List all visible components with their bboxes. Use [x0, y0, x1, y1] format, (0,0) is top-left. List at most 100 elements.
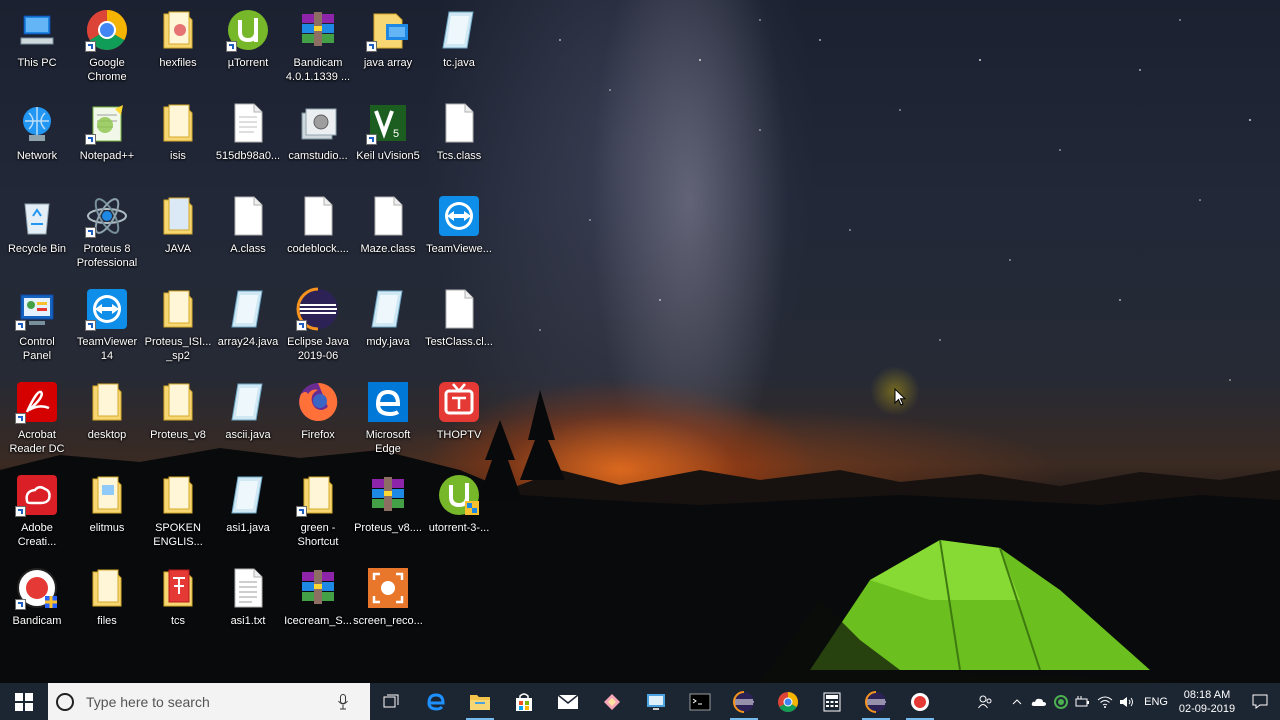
- firefox-icon: [296, 380, 340, 424]
- desktop-icon-bandicam-installer[interactable]: Bandicam 4.0.1.1339 ...: [283, 2, 353, 90]
- folder-icon: [156, 8, 200, 52]
- desktop-icon-label: Proteus_v8....: [354, 522, 422, 534]
- desktop-icon-proteus-isis-sp2[interactable]: Proteus_ISI... _sp2: [143, 281, 213, 369]
- desktop-icon-java-folder[interactable]: JAVA: [143, 188, 213, 276]
- java-file-icon: [226, 380, 270, 424]
- desktop-icon-tc-java[interactable]: tc.java: [424, 2, 494, 90]
- desktop-icon-utorrent-installer[interactable]: utorrent-3-...: [424, 467, 494, 555]
- taskbar-app-store[interactable]: [502, 683, 546, 720]
- desktop-icon-this-pc[interactable]: This PC: [2, 2, 72, 90]
- action-center-button[interactable]: [1240, 683, 1280, 720]
- shortcut-arrow-icon: [15, 599, 26, 610]
- input-language-indicator[interactable]: ENG: [1144, 696, 1168, 708]
- desktop-icon-files[interactable]: files: [72, 560, 142, 648]
- folder-icon: [296, 473, 340, 517]
- taskbar-search-box[interactable]: [48, 683, 370, 720]
- microphone-icon[interactable]: [338, 693, 348, 710]
- desktop-icon-thoptv[interactable]: THOPTV: [424, 374, 494, 462]
- file-icon: [226, 101, 270, 145]
- desktop-icon-515db98a0[interactable]: 515db98a0...: [213, 95, 283, 183]
- desktop-icon-asi1-java[interactable]: asi1.java: [213, 467, 283, 555]
- desktop-icon-adobe-creative-cloud[interactable]: Adobe Creati...: [2, 467, 72, 555]
- people-icon[interactable]: [974, 683, 996, 720]
- computer-icon: [15, 8, 59, 52]
- taskbar-app-file-explorer[interactable]: [458, 683, 502, 720]
- desktop-icon-label: screen_reco...: [353, 615, 423, 627]
- taskbar-app-chrome[interactable]: [766, 683, 810, 720]
- desktop-icon-codeblocks[interactable]: codeblock....: [283, 188, 353, 276]
- clock-time: 08:18 AM: [1183, 688, 1231, 701]
- thoptv-icon: [437, 380, 481, 424]
- desktop-icon-keil-uvision5[interactable]: 5 Keil uVision5: [353, 95, 423, 183]
- desktop-icon-java-array[interactable]: java array: [353, 2, 423, 90]
- desktop-icon-ascii-java[interactable]: ascii.java: [213, 374, 283, 462]
- taskbar-app-bandicam[interactable]: [898, 683, 942, 720]
- desktop-icon-green-shortcut[interactable]: green - Shortcut: [283, 467, 353, 555]
- desktop-icon-spoken-english[interactable]: SPOKEN ENGLIS...: [143, 467, 213, 555]
- desktop-icon-screen-recorder[interactable]: screen_reco...: [353, 560, 423, 648]
- winrar-archive-icon: [296, 566, 340, 610]
- desktop-icon-notepad-plus-plus[interactable]: Notepad++: [72, 95, 142, 183]
- notification-icon: [1252, 694, 1268, 709]
- desktop-icon-a-class[interactable]: A.class: [213, 188, 283, 276]
- onedrive-cloud-icon[interactable]: [1028, 683, 1050, 720]
- desktop-icon-desktop-folder[interactable]: desktop: [72, 374, 142, 462]
- start-button[interactable]: [0, 683, 48, 720]
- desktop-icon-teamviewer-14[interactable]: TeamViewer 14: [72, 281, 142, 369]
- desktop-icon-proteus-8[interactable]: Proteus 8 Professional: [72, 188, 142, 276]
- desktop-icon-label: java array: [363, 57, 413, 69]
- desktop-icon-label: Keil uVision5: [356, 150, 420, 162]
- desktop-icon-label: isis: [170, 150, 186, 162]
- desktop-icon-array24-java[interactable]: array24.java: [213, 281, 283, 369]
- desktop-icon-label: Bandicam: [12, 615, 62, 627]
- desktop-icon-bandicam[interactable]: Bandicam: [2, 560, 72, 648]
- eclipse-icon: [865, 690, 886, 713]
- folder-icon: [156, 566, 200, 610]
- desktop-icon-elitmus[interactable]: elitmus: [72, 467, 142, 555]
- desktop-icon-google-chrome[interactable]: Google Chrome: [72, 2, 142, 90]
- desktop-icon-icecream[interactable]: Icecream_S...: [283, 560, 353, 648]
- desktop-icon-eclipse-java[interactable]: Eclipse Java 2019-06: [283, 281, 353, 369]
- taskbar-app-mail[interactable]: [546, 683, 590, 720]
- taskbar-clock[interactable]: 08:18 AM 02-09-2019: [1174, 688, 1240, 716]
- desktop-icon-camstudio[interactable]: camstudio...: [283, 95, 353, 183]
- desktop-icon-recycle-bin[interactable]: Recycle Bin: [2, 188, 72, 276]
- search-input[interactable]: [84, 692, 338, 711]
- desktop-icon-tcs[interactable]: tcs: [143, 560, 213, 648]
- task-view-button[interactable]: [370, 683, 414, 720]
- desktop-icon-microsoft-edge[interactable]: Microsoft Edge: [353, 374, 423, 462]
- desktop-icon-maze-class[interactable]: Maze.class: [353, 188, 423, 276]
- desktop-icon-asi1-txt[interactable]: asi1.txt: [213, 560, 283, 648]
- desktop-icon-label: hexfiles: [159, 57, 197, 69]
- desktop-icon-acrobat-reader[interactable]: Acrobat Reader DC: [2, 374, 72, 462]
- desktop-icon-utorrent[interactable]: µTorrent: [213, 2, 283, 90]
- battery-charging-icon[interactable]: [1072, 683, 1094, 720]
- desktop-icon-teamviewer-installer[interactable]: TeamViewe...: [424, 188, 494, 276]
- desktop-icon-network[interactable]: Network: [2, 95, 72, 183]
- desktop-icon-control-panel[interactable]: Control Panel: [2, 281, 72, 369]
- desktop-icon-isis[interactable]: isis: [143, 95, 213, 183]
- desktop-icon-proteus-v8-folder[interactable]: Proteus_v8: [143, 374, 213, 462]
- desktop-icon-label: tcs: [170, 615, 186, 627]
- desktop-icon-proteus-v8-archive[interactable]: Proteus_v8....: [353, 467, 423, 555]
- windows-logo-icon: [15, 692, 33, 711]
- taskbar-app-edge[interactable]: [414, 683, 458, 720]
- taskbar-app-calculator[interactable]: [810, 683, 854, 720]
- desktop-icon-firefox[interactable]: Firefox: [283, 374, 353, 462]
- desktop-icon-tcs-class[interactable]: Tcs.class: [424, 95, 494, 183]
- green-status-icon[interactable]: [1050, 683, 1072, 720]
- desktop-icon-testclass[interactable]: TestClass.cl...: [424, 281, 494, 369]
- clock-date: 02-09-2019: [1178, 702, 1236, 715]
- wifi-icon[interactable]: [1094, 683, 1116, 720]
- desktop-icon-hexfiles[interactable]: hexfiles: [143, 2, 213, 90]
- chevron-up-icon[interactable]: [1006, 683, 1028, 720]
- taskbar-app-command-prompt[interactable]: [678, 683, 722, 720]
- system-tray: ENG 08:18 AM 02-09-2019: [974, 683, 1280, 720]
- desktop-icon-label: green - Shortcut: [297, 522, 339, 548]
- desktop-icon-mdy-java[interactable]: mdy.java: [353, 281, 423, 369]
- taskbar-app-sticky-notes[interactable]: [590, 683, 634, 720]
- taskbar-app-eclipse-2[interactable]: [854, 683, 898, 720]
- volume-icon[interactable]: [1116, 683, 1138, 720]
- taskbar-app-control-panel[interactable]: [634, 683, 678, 720]
- taskbar-app-eclipse[interactable]: [722, 683, 766, 720]
